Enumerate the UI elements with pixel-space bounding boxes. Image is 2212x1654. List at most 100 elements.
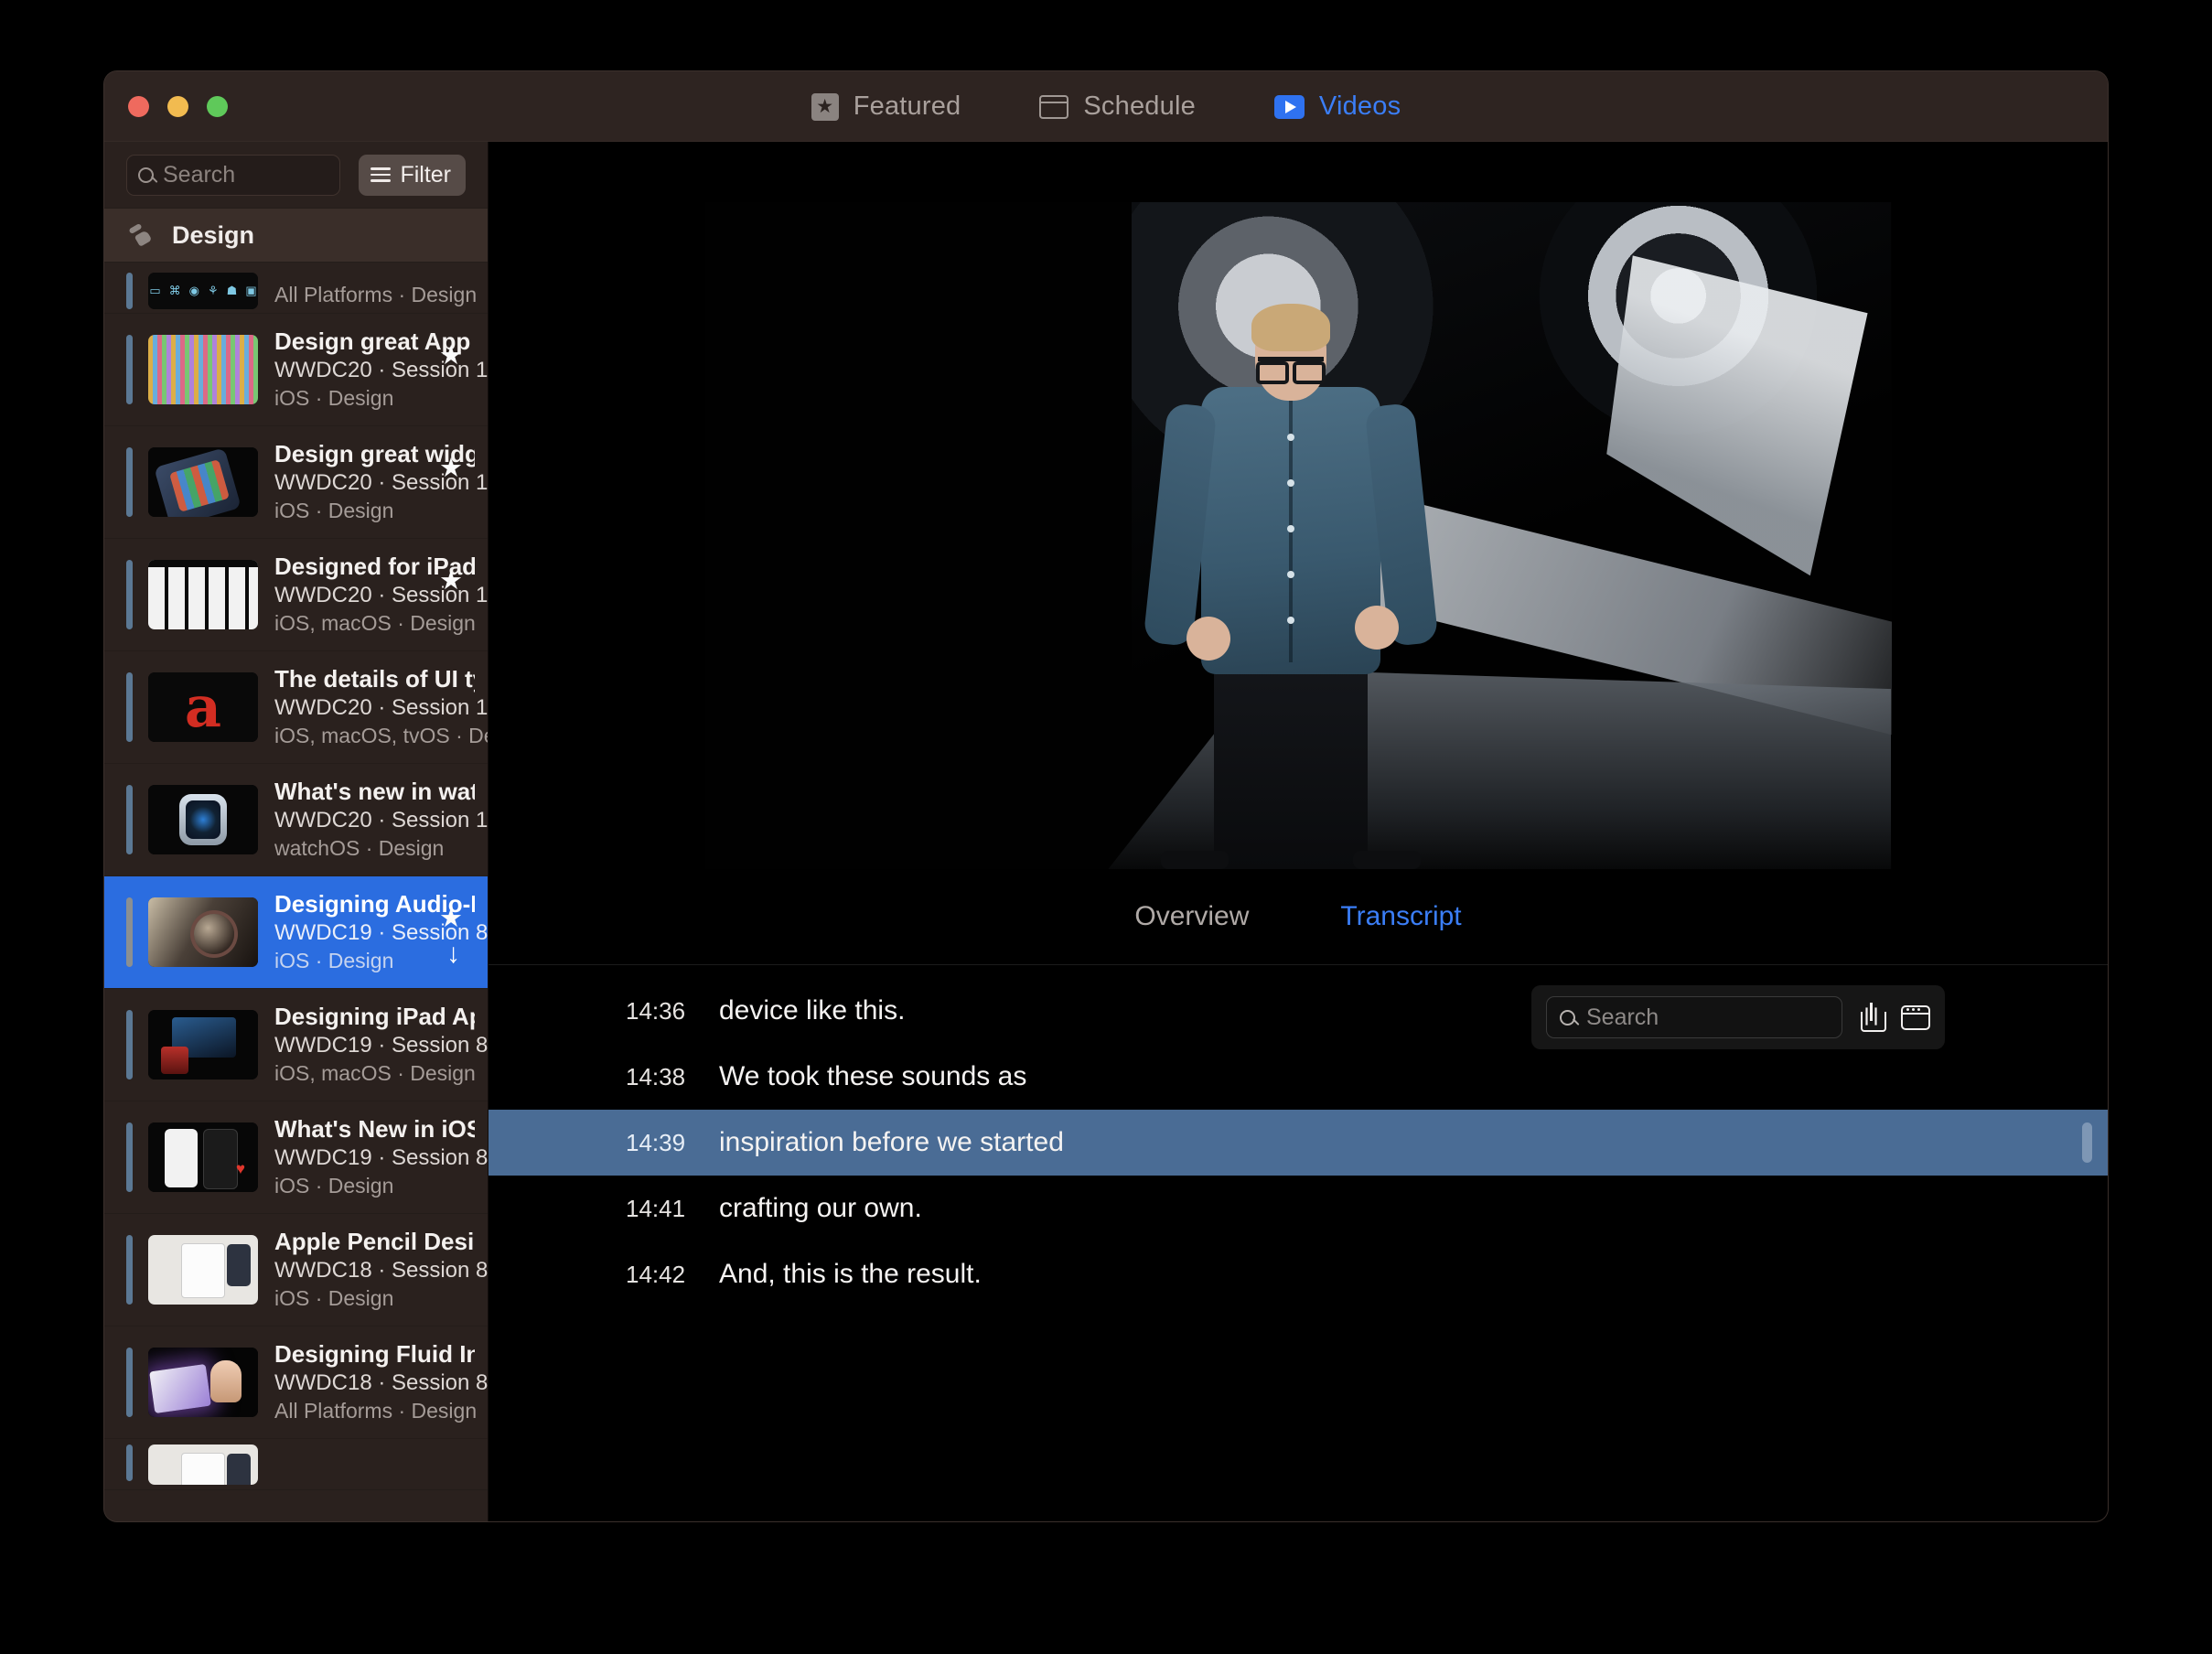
presenter-hand-right [1355, 606, 1399, 650]
favorite-star-icon[interactable]: ★ [439, 456, 463, 482]
tab-featured[interactable]: ★ Featured [811, 91, 961, 122]
detail-tabs: Overview Transcript [489, 869, 2108, 964]
transcript-pane: Search 14:36device like this.14:38We too… [489, 965, 2108, 1521]
row-accent-bar [126, 560, 133, 629]
video-list-item[interactable]: Apple Pencil Design Ess…WWDC18 · Session… [104, 1214, 488, 1326]
favorite-star-icon[interactable]: ★ [439, 568, 463, 595]
video-title: Apple Pencil Design Ess… [274, 1228, 475, 1257]
video-platforms: All Platforms · Design [274, 282, 475, 309]
video-platforms: iOS · Design [274, 1173, 475, 1200]
video-thumbnail [148, 1445, 258, 1485]
transcript-scrollbar[interactable] [2082, 1122, 2092, 1163]
row-meta: All Platforms · Design [274, 282, 488, 309]
filter-button-label: Filter [400, 162, 451, 188]
transcript-text: And, this is the result. [719, 1259, 982, 1290]
video-title: Designing Fluid Interfac… [274, 1340, 475, 1369]
row-meta: What's new in watchOS…WWDC20 · Session 1… [274, 778, 488, 863]
calendar-icon [1039, 95, 1068, 119]
video-list-item[interactable]: Design great widgetsWWDC20 · Session 101… [104, 426, 488, 539]
transcript-line[interactable]: 14:36device like this. [489, 978, 2108, 1044]
transcript-line[interactable]: 14:42 And, this is the result. [489, 1241, 2108, 1307]
video-thumbnail [148, 897, 258, 967]
video-session: WWDC18 · Session 803 [274, 1369, 475, 1397]
transcript-timestamp: 14:42 [626, 1261, 695, 1289]
tab-videos[interactable]: Videos [1274, 91, 1401, 122]
row-accent-bar [126, 1235, 133, 1305]
tab-featured-label: Featured [854, 91, 961, 122]
detail-pane: Overview Transcript Search 14:36device l… [489, 142, 2108, 1521]
favorite-star-icon[interactable]: ★ [439, 343, 463, 370]
thumbnail-art [148, 1445, 258, 1485]
video-list-item[interactable]: ♥What's New in iOS Desi…WWDC19 · Session… [104, 1101, 488, 1214]
sidebar: Search Filter Design ▭⌘◉⚘☗▣ All Platforms… [104, 142, 489, 1521]
presenter-legs [1214, 662, 1368, 869]
filter-button[interactable]: Filter [359, 155, 466, 196]
search-input[interactable]: Search [126, 155, 340, 196]
video-title: What's new in watchOS… [274, 778, 475, 807]
video-session: WWDC20 · Session 10171 [274, 806, 475, 834]
video-platforms: iOS · Design [274, 948, 475, 975]
presenter-hair [1251, 304, 1330, 351]
group-header-design[interactable]: Design [104, 208, 488, 263]
video-list-item[interactable]: ▭⌘◉⚘☗▣ All Platforms · Design [104, 263, 488, 314]
video-thumbnail [148, 1010, 258, 1079]
video-list-item[interactable]: aThe details of UI typogr…WWDC20 · Sessi… [104, 651, 488, 764]
video-thumbnail [148, 335, 258, 404]
presenter-figure [1154, 295, 1428, 869]
video-platforms: iOS, macOS · Design [274, 1060, 475, 1088]
video-list-item[interactable]: What's new in watchOS…WWDC20 · Session 1… [104, 764, 488, 876]
titlebar: ★ Featured Schedule Videos [104, 71, 2108, 142]
video-thumbnail: ♥ [148, 1122, 258, 1192]
tab-transcript[interactable]: Transcript [1340, 901, 1461, 932]
video-list-item[interactable] [104, 1439, 488, 1490]
shirt-button [1287, 571, 1294, 578]
row-accent-bar [126, 447, 133, 517]
row-accent-bar [126, 273, 133, 309]
video-session: WWDC19 · Session 808 [274, 1144, 475, 1172]
video-session: WWDC18 · Session 809 [274, 1256, 475, 1284]
presenter-glasses [1258, 357, 1324, 373]
video-platforms: iOS · Design [274, 1285, 475, 1313]
transcript-line[interactable]: 14:38We took these sounds as [489, 1044, 2108, 1110]
transcript-text: device like this. [719, 995, 905, 1026]
transcript-line[interactable]: 14:41crafting our own. [489, 1176, 2108, 1241]
video-list-item[interactable]: Designing Fluid Interfac…WWDC18 · Sessio… [104, 1326, 488, 1439]
window-body: Search Filter Design ▭⌘◉⚘☗▣ All Platforms… [104, 142, 2108, 1521]
tab-overview[interactable]: Overview [1134, 901, 1249, 932]
transcript-text: We took these sounds as [719, 1061, 1026, 1092]
thumbnail-art [148, 1235, 258, 1305]
sidebar-search-row: Search Filter [104, 142, 488, 208]
video-thumbnail: ▭⌘◉⚘☗▣ [148, 273, 258, 309]
video-thumbnail [148, 447, 258, 517]
video-player[interactable] [705, 202, 1892, 869]
video-platforms: watchOS · Design [274, 835, 475, 863]
video-list-item[interactable]: Designing Audio-Haptic…WWDC19 · Session … [104, 876, 488, 989]
row-meta: Designing iPad Apps fo…WWDC19 · Session … [274, 1003, 488, 1088]
thumbnail-art [148, 335, 258, 404]
tab-schedule[interactable]: Schedule [1039, 91, 1196, 122]
row-accent-bar [126, 672, 133, 742]
video-platforms: All Platforms · Design [274, 1398, 475, 1425]
video-session: WWDC20 · Session 10175 [274, 693, 475, 722]
shirt-button [1287, 479, 1294, 487]
video-session: WWDC19 · Session 809 [274, 1031, 475, 1059]
row-meta: The details of UI typogr…WWDC20 · Sessio… [274, 665, 488, 750]
transcript-timestamp: 14:39 [626, 1129, 695, 1157]
thumbnail-art [148, 1348, 258, 1417]
video-list[interactable]: ▭⌘◉⚘☗▣ All Platforms · Design Design great… [104, 263, 488, 1521]
video-list-item[interactable]: Design great App ClipsWWDC20 · Session 1… [104, 314, 488, 426]
favorite-star-icon[interactable]: ★ [439, 906, 463, 932]
video-thumbnail [148, 1348, 258, 1417]
download-icon[interactable]: ↓ [446, 940, 460, 968]
presenter-hand-left [1187, 617, 1230, 661]
video-thumbnail [148, 560, 258, 629]
video-title: Designing iPad Apps fo… [274, 1003, 475, 1032]
video-list-item[interactable]: Designing iPad Apps fo…WWDC19 · Session … [104, 989, 488, 1101]
thumbnail-art [148, 1122, 258, 1192]
app-window: ★ Featured Schedule Videos Search [104, 71, 2108, 1521]
video-thumbnail [148, 1235, 258, 1305]
filter-lines-icon [370, 167, 391, 182]
video-list-item[interactable]: Designed for iPadWWDC20 · Session 10206i… [104, 539, 488, 651]
transcript-line[interactable]: 14:39inspiration before we started [489, 1110, 2108, 1176]
search-placeholder: Search [163, 162, 235, 188]
